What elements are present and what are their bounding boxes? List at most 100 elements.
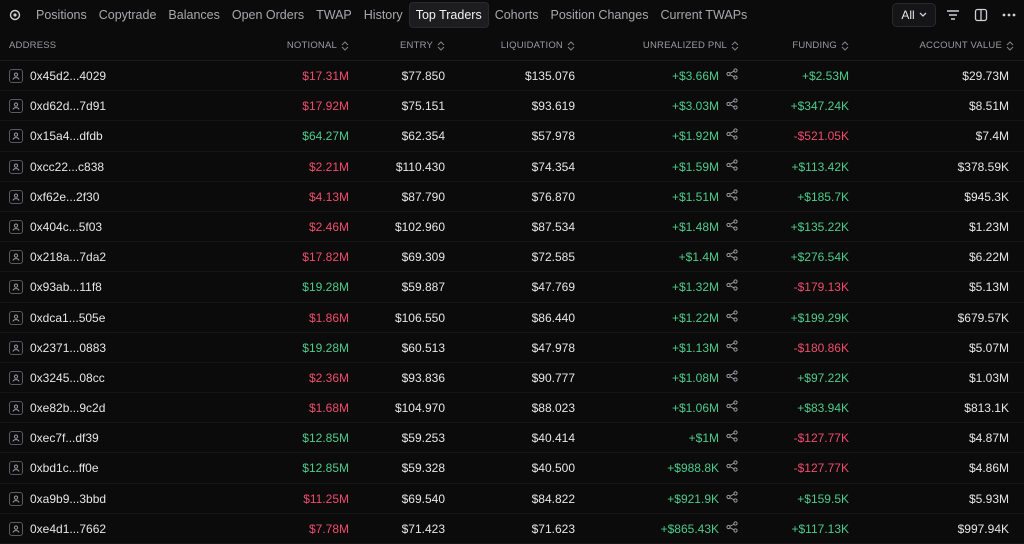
address-cell[interactable]: 0x2371...0883 bbox=[9, 340, 106, 355]
table-row[interactable]: 0xbd1c...ff0e $12.85M $59.328 $40.500 +$988.… bbox=[0, 453, 1024, 484]
tab-cohorts[interactable]: Cohorts bbox=[489, 3, 545, 27]
columns-icon[interactable] bbox=[970, 4, 992, 26]
tab-position-changes[interactable]: Position Changes bbox=[544, 3, 654, 27]
table-row[interactable]: 0x3245...08cc $2.36M $93.836 $90.777 +$1.08M… bbox=[0, 363, 1024, 394]
notional-value: $1.86M bbox=[308, 310, 349, 325]
share-icon[interactable] bbox=[726, 189, 738, 204]
table-row[interactable]: 0x15a4...dfdb $64.27M $62.354 $57.978 +$1.92… bbox=[0, 121, 1024, 152]
share-icon[interactable] bbox=[726, 219, 738, 234]
address-cell[interactable]: 0xcc22...c838 bbox=[9, 159, 104, 174]
share-icon[interactable] bbox=[726, 460, 738, 475]
address-text: 0x3245...08cc bbox=[30, 370, 105, 385]
address-cell[interactable]: 0x45d2...4029 bbox=[9, 69, 106, 83]
share-icon[interactable] bbox=[726, 491, 738, 506]
tab-top-traders[interactable]: Top Traders bbox=[408, 2, 489, 28]
tab-current-twaps[interactable]: Current TWAPs bbox=[654, 3, 753, 27]
filter-select[interactable]: All bbox=[892, 3, 936, 27]
header-entry[interactable]: ENTRY bbox=[400, 40, 445, 51]
entry-value: $77.850 bbox=[401, 69, 445, 83]
address-cell[interactable]: 0xf62e...2f30 bbox=[9, 189, 100, 204]
tab-twap[interactable]: TWAP bbox=[310, 3, 358, 27]
table-row[interactable]: 0xf62e...2f30 $4.13M $87.790 $76.870 +$1.51M… bbox=[0, 182, 1024, 212]
table-row[interactable]: 0xec7f...df39 $12.85M $59.253 $40.414 +$1M -$… bbox=[0, 423, 1024, 454]
header-liquidation[interactable]: LIQUIDATION bbox=[501, 40, 575, 51]
tab-copytrade[interactable]: Copytrade bbox=[93, 3, 163, 27]
table-row[interactable]: 0xe82b...9c2d $1.68M $104.970 $88.023 +$1.06… bbox=[0, 393, 1024, 424]
table-row[interactable]: 0xa9b9...3bbd $11.25M $69.540 $84.822 +$921.… bbox=[0, 484, 1024, 514]
table-row[interactable]: 0xd62d...7d91 $17.92M $75.151 $93.619 +$3.03… bbox=[0, 91, 1024, 122]
tab-balances[interactable]: Balances bbox=[162, 3, 225, 27]
address-cell[interactable]: 0xe4d1...7662 bbox=[9, 521, 106, 536]
share-icon[interactable] bbox=[726, 279, 738, 294]
tab-history[interactable]: History bbox=[358, 3, 409, 27]
header-address[interactable]: ADDRESS bbox=[9, 40, 56, 51]
more-options-icon[interactable] bbox=[998, 4, 1020, 26]
tab-list: Positions Copytrade Balances Open Orders TWA… bbox=[30, 2, 753, 28]
share-icon[interactable] bbox=[726, 249, 738, 264]
account-value: $4.86M bbox=[968, 461, 1009, 476]
user-icon bbox=[9, 401, 23, 416]
address-cell[interactable]: 0xa9b9...3bbd bbox=[9, 491, 106, 506]
address-cell[interactable]: 0x404c...5f03 bbox=[9, 219, 102, 234]
share-icon[interactable] bbox=[726, 98, 738, 113]
table-row[interactable]: 0xdca1...505e $1.86M $106.550 $86.440 +$1.22… bbox=[0, 303, 1024, 333]
notional-value: $2.21M bbox=[308, 159, 349, 174]
funding-value: +$159.5K bbox=[797, 491, 849, 506]
sort-icon bbox=[341, 40, 349, 51]
tab-positions[interactable]: Positions bbox=[30, 3, 93, 27]
address-text: 0xf62e...2f30 bbox=[30, 189, 100, 204]
header-funding[interactable]: FUNDING bbox=[792, 40, 849, 51]
notional-value: $11.25M bbox=[303, 491, 349, 506]
user-icon bbox=[9, 280, 23, 295]
address-cell[interactable]: 0x93ab...11f8 bbox=[9, 280, 102, 295]
address-cell[interactable]: 0xec7f...df39 bbox=[9, 431, 99, 446]
share-icon[interactable] bbox=[726, 340, 738, 355]
header-unrealized-pnl[interactable]: UNREALIZED PNL bbox=[643, 40, 739, 51]
tab-open-orders[interactable]: Open Orders bbox=[226, 3, 310, 27]
address-cell[interactable]: 0xd62d...7d91 bbox=[9, 99, 106, 114]
filter-lines-icon[interactable] bbox=[942, 4, 964, 26]
table-row[interactable]: 0xe4d1...7662 $7.78M $71.423 $71.623 +$865.4… bbox=[0, 514, 1024, 544]
address-cell[interactable]: 0x15a4...dfdb bbox=[9, 129, 103, 144]
app-logo-icon[interactable] bbox=[8, 8, 22, 22]
toolbar-right: All bbox=[892, 3, 1020, 27]
table-row[interactable]: 0x93ab...11f8 $19.28M $59.887 $47.769 +$1.32… bbox=[0, 272, 1024, 303]
address-cell[interactable]: 0xdca1...505e bbox=[9, 310, 105, 325]
user-icon bbox=[9, 250, 23, 265]
entry-value: $69.540 bbox=[401, 491, 445, 506]
top-traders-table: ADDRESS NOTIONAL ENTRY LIQUIDATION UNREA… bbox=[0, 30, 1024, 544]
entry-value: $104.970 bbox=[394, 401, 445, 416]
user-icon bbox=[9, 69, 23, 83]
address-text: 0xbd1c...ff0e bbox=[30, 461, 99, 476]
address-cell[interactable]: 0x218a...7da2 bbox=[9, 250, 106, 265]
table-row[interactable]: 0x2371...0883 $19.28M $60.513 $47.978 +$1.13… bbox=[0, 333, 1024, 363]
table-row[interactable]: 0x218a...7da2 $17.82M $69.309 $72.585 +$1.4M… bbox=[0, 242, 1024, 273]
address-cell[interactable]: 0xe82b...9c2d bbox=[9, 401, 105, 416]
sort-icon bbox=[437, 40, 445, 51]
share-icon[interactable] bbox=[726, 430, 738, 445]
address-cell[interactable]: 0x3245...08cc bbox=[9, 370, 105, 385]
share-icon[interactable] bbox=[726, 521, 738, 536]
share-icon[interactable] bbox=[726, 158, 738, 174]
account-value: $5.13M bbox=[968, 280, 1009, 295]
filter-value: All bbox=[901, 8, 915, 22]
header-notional[interactable]: NOTIONAL bbox=[287, 40, 349, 51]
table-row[interactable]: 0x404c...5f03 $2.46M $102.960 $87.534 +$1.48… bbox=[0, 212, 1024, 243]
liquidation-value: $76.870 bbox=[531, 189, 575, 204]
account-value: $29.73M bbox=[962, 69, 1009, 83]
header-account-value[interactable]: ACCOUNT VALUE bbox=[920, 40, 1015, 51]
share-icon[interactable] bbox=[726, 400, 738, 415]
table-row[interactable]: 0x45d2...4029 $17.31M $77.850 $135.076 +$3.6… bbox=[0, 61, 1024, 92]
notional-value: $2.36M bbox=[308, 370, 349, 385]
funding-value: -$127.77K bbox=[793, 461, 849, 476]
share-icon[interactable] bbox=[726, 68, 738, 83]
share-icon[interactable] bbox=[726, 309, 738, 325]
account-value: $5.93M bbox=[968, 491, 1009, 506]
share-icon[interactable] bbox=[726, 370, 738, 385]
account-value: $945.3K bbox=[964, 189, 1009, 204]
address-cell[interactable]: 0xbd1c...ff0e bbox=[9, 461, 99, 476]
table-header: ADDRESS NOTIONAL ENTRY LIQUIDATION UNREA… bbox=[0, 30, 1024, 61]
address-text: 0x45d2...4029 bbox=[30, 69, 107, 83]
share-icon[interactable] bbox=[726, 128, 738, 143]
table-row[interactable]: 0xcc22...c838 $2.21M $110.430 $74.354 +$1.59… bbox=[0, 152, 1024, 182]
